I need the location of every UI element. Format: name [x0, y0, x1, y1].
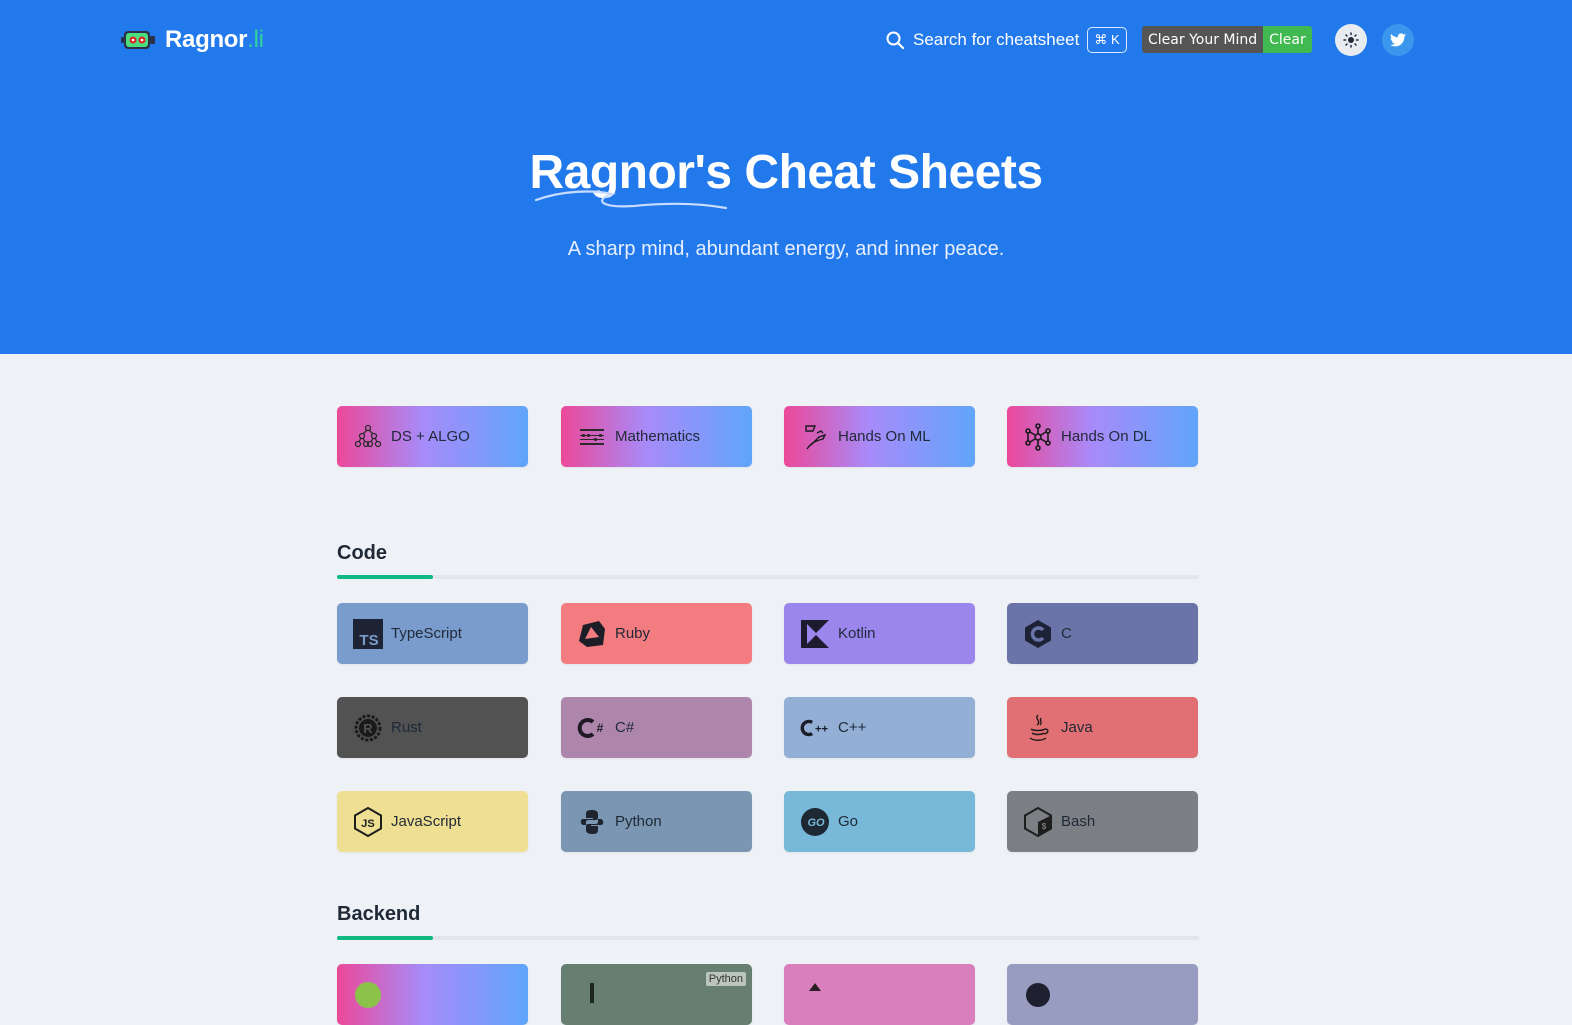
tree-graph-icon [353, 422, 383, 452]
search-shortcut-kbd: ⌘ K [1087, 27, 1127, 53]
featured-card-mathematics[interactable]: Mathematics [561, 406, 752, 467]
card-label: Mathematics [615, 428, 701, 445]
nodejs-icon [353, 980, 383, 1010]
card-c[interactable]: C [1007, 603, 1198, 664]
logo-text: Ragnor.li [165, 26, 264, 54]
section-divider-accent [337, 575, 433, 579]
typescript-icon: TS [353, 618, 383, 649]
page-subtitle: A sharp mind, abundant energy, and inner… [567, 238, 1005, 260]
svg-text:++: ++ [815, 723, 829, 735]
card-kotlin[interactable]: Kotlin [784, 603, 975, 664]
java-icon [1023, 713, 1053, 743]
svg-text:TS: TS [359, 632, 378, 649]
neural-net-icon [1023, 422, 1053, 452]
clear-mind-badge[interactable]: Clear Your Mind Clear [1142, 26, 1312, 53]
sun-icon [1343, 32, 1359, 48]
svg-text:GO: GO [807, 817, 825, 829]
javascript-icon: JS [353, 806, 383, 837]
top-navbar: Ragnor.li Search for cheatsheet ⌘ K Clea… [0, 0, 1572, 80]
svg-text:R: R [363, 721, 373, 736]
card-label: Bash [1061, 813, 1096, 830]
kotlin-icon [800, 619, 830, 649]
rust-icon: R [353, 713, 383, 743]
card-label: Hands On ML [838, 428, 931, 445]
backend-icon-2 [1023, 980, 1053, 1010]
search-button[interactable]: Search for cheatsheet ⌘ K [885, 26, 1127, 54]
card-ruby[interactable]: Ruby [561, 603, 752, 664]
card-label: Kotlin [838, 625, 876, 642]
card-label: Go [838, 813, 859, 830]
card-csharp[interactable]: # C# [561, 697, 752, 758]
card-label: Java [1061, 719, 1093, 736]
card-label: C [1061, 625, 1072, 642]
twitter-icon [1390, 33, 1406, 47]
c-icon [1023, 619, 1053, 649]
card-bash[interactable]: $ Bash [1007, 791, 1198, 852]
card-backend-4[interactable] [1007, 964, 1198, 1025]
card-label: Hands On DL [1061, 428, 1152, 445]
card-backend-1[interactable] [337, 964, 528, 1025]
badge-value: Clear [1263, 26, 1312, 53]
card-label: C++ [838, 719, 867, 736]
cpp-icon: ++ [800, 713, 830, 743]
site-logo[interactable]: Ragnor.li [121, 22, 264, 58]
card-label: TypeScript [391, 625, 462, 642]
featured-card-hands-on-dl[interactable]: Hands On DL [1007, 406, 1198, 467]
hero-banner: Ragnor.li Search for cheatsheet ⌘ K Clea… [0, 0, 1572, 354]
page-title: Ragnor's Cheat Sheets [529, 146, 1043, 199]
search-icon [886, 31, 905, 50]
card-label: JavaScript [391, 813, 462, 830]
card-label: Ruby [615, 625, 651, 642]
section-title-code: Code [337, 542, 387, 564]
go-icon: GO [800, 807, 830, 837]
card-label: Python [615, 813, 662, 830]
card-go[interactable]: GO Go [784, 791, 975, 852]
section-divider-accent [337, 936, 433, 940]
section-divider [337, 575, 1199, 579]
theme-toggle-button[interactable] [1335, 24, 1367, 56]
csharp-icon: # [577, 713, 607, 743]
twitter-button[interactable] [1382, 24, 1414, 56]
card-label: DS + ALGO [391, 428, 470, 445]
search-label: Search for cheatsheet [913, 30, 1080, 49]
card-backend-3[interactable] [784, 964, 975, 1025]
card-javascript[interactable]: JS JavaScript [337, 791, 528, 852]
card-typescript[interactable]: TS TypeScript [337, 603, 528, 664]
ruby-icon [577, 619, 607, 649]
bash-icon: $ [1023, 806, 1053, 837]
card-backend-2[interactable]: Python [561, 964, 752, 1025]
title-scribble-underline [534, 190, 728, 210]
card-java[interactable]: Java [1007, 697, 1198, 758]
python-tag: Python [705, 972, 746, 986]
card-label: C# [615, 719, 635, 736]
card-rust[interactable]: R Rust [337, 697, 528, 758]
section-divider [337, 936, 1199, 940]
svg-text:JS: JS [361, 818, 374, 830]
featured-card-hands-on-ml[interactable]: Hands On ML [784, 406, 975, 467]
django-icon [577, 980, 607, 1010]
section-title-backend: Backend [337, 903, 421, 925]
ml-book-icon [800, 422, 830, 452]
card-label: Rust [391, 719, 422, 736]
svg-text:$: $ [1042, 822, 1047, 831]
backend-icon [800, 980, 830, 1010]
featured-card-ds-algo[interactable]: DS + ALGO [337, 406, 528, 467]
robot-logo-icon [121, 31, 155, 49]
abacus-icon [577, 422, 607, 452]
card-cpp[interactable]: ++ C++ [784, 697, 975, 758]
card-python[interactable]: Python [561, 791, 752, 852]
badge-label: Clear Your Mind [1142, 26, 1264, 53]
python-icon [577, 807, 607, 837]
logo-name: Ragnor [165, 26, 248, 53]
logo-tld: .li [247, 26, 264, 53]
svg-text:#: # [597, 721, 604, 735]
